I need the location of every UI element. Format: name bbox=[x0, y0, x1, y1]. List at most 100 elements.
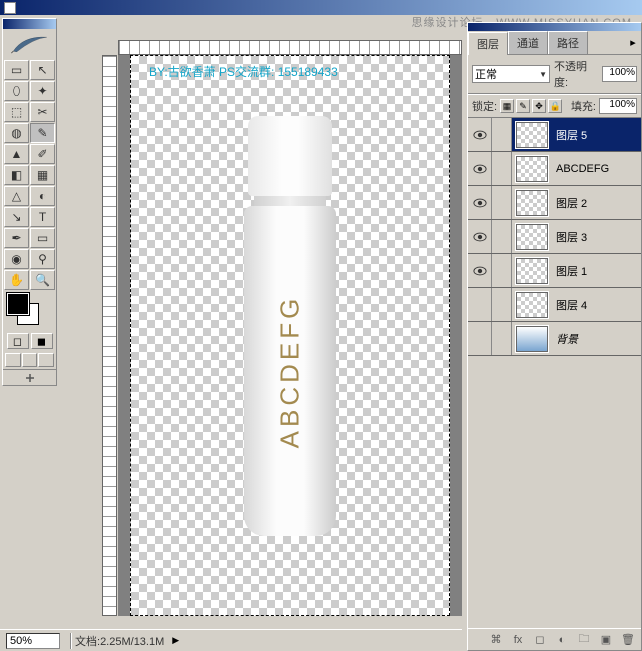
layer-thumbnail[interactable] bbox=[516, 224, 548, 250]
tool-path[interactable]: ↘ bbox=[4, 207, 29, 227]
layer-mask-icon[interactable]: ◻ bbox=[531, 632, 549, 648]
tool-gradient[interactable]: ▦ bbox=[30, 165, 55, 185]
screen-full[interactable] bbox=[38, 353, 54, 367]
layer-thumbnail[interactable] bbox=[516, 156, 548, 182]
fill-input[interactable]: 100% bbox=[599, 98, 637, 114]
lock-all-icon[interactable]: 🔒 bbox=[548, 99, 562, 113]
link-cell[interactable] bbox=[492, 254, 512, 287]
credit-text: BY:古欲香萧 PS交流群: 155189433 bbox=[149, 63, 338, 80]
layers-panel-header[interactable] bbox=[468, 23, 641, 31]
delete-layer-icon[interactable]: 🗑 bbox=[619, 632, 637, 648]
tool-crop[interactable]: ⬚ bbox=[4, 102, 29, 122]
jump-to[interactable] bbox=[3, 369, 56, 385]
new-group-icon[interactable]: 🗀 bbox=[575, 632, 593, 648]
layer-row[interactable]: 图层 5 bbox=[468, 118, 641, 152]
layer-row[interactable]: 图层 2 bbox=[468, 186, 641, 220]
tool-stamp[interactable]: ▲ bbox=[4, 144, 29, 164]
standard-mode[interactable]: ◻ bbox=[7, 333, 29, 349]
link-layers-icon[interactable]: ⌘ bbox=[487, 632, 505, 648]
tab-paths[interactable]: 路径 bbox=[548, 31, 588, 54]
tool-eyedrop[interactable]: ⚲ bbox=[30, 249, 55, 269]
color-swatches[interactable] bbox=[3, 291, 56, 331]
layer-thumbnail[interactable] bbox=[516, 292, 548, 318]
tool-brush[interactable]: ✎ bbox=[30, 123, 55, 143]
tool-pen[interactable]: ✒ bbox=[4, 228, 29, 248]
screen-full-menu[interactable] bbox=[22, 353, 38, 367]
tool-eraser[interactable]: ◧ bbox=[4, 165, 29, 185]
tool-history[interactable]: ✐ bbox=[30, 144, 55, 164]
opacity-input[interactable]: 100% bbox=[602, 66, 637, 82]
layer-name[interactable]: 图层 3 bbox=[552, 229, 587, 245]
tool-type[interactable]: T bbox=[30, 207, 55, 227]
visibility-toggle[interactable] bbox=[468, 220, 492, 253]
layer-row[interactable]: 背景 bbox=[468, 322, 641, 356]
visibility-toggle[interactable] bbox=[468, 152, 492, 185]
layer-thumbnail[interactable] bbox=[516, 326, 548, 352]
layer-thumbnail[interactable] bbox=[516, 122, 548, 148]
layer-row[interactable]: 图层 4 bbox=[468, 288, 641, 322]
visibility-toggle[interactable] bbox=[468, 118, 492, 151]
blend-mode-select[interactable]: 正常 bbox=[472, 65, 550, 83]
tool-slice[interactable]: ✂ bbox=[30, 102, 55, 122]
panel-menu-icon[interactable]: ▸ bbox=[625, 31, 641, 54]
quickmask-mode[interactable]: ◼ bbox=[31, 333, 53, 349]
tool-move[interactable]: ↖ bbox=[30, 60, 55, 80]
bottle-artwork: ABCDEFG bbox=[240, 116, 340, 536]
link-cell[interactable] bbox=[492, 118, 512, 151]
lock-transparent-icon[interactable]: ▦ bbox=[500, 99, 514, 113]
link-cell[interactable] bbox=[492, 152, 512, 185]
layer-thumbnail[interactable] bbox=[516, 258, 548, 284]
tool-lasso[interactable]: ⬯ bbox=[4, 81, 29, 101]
tool-blur[interactable]: △ bbox=[4, 186, 29, 206]
foreground-color[interactable] bbox=[7, 293, 29, 315]
layers-panel-footer: ⌘ fx ◻ ◐ 🗀 ▣ 🗑 bbox=[468, 628, 641, 650]
layer-row[interactable]: 图层 1 bbox=[468, 254, 641, 288]
statusbar: 50% 文档:2.25M/13.1M ▶ bbox=[0, 629, 462, 651]
layer-style-icon[interactable]: fx bbox=[509, 632, 527, 648]
tool-dodge[interactable]: ◐ bbox=[30, 186, 55, 206]
layer-name[interactable]: ABCDEFG bbox=[552, 163, 609, 175]
tab-channels[interactable]: 通道 bbox=[508, 31, 548, 54]
tool-marquee[interactable]: ▭ bbox=[4, 60, 29, 80]
lock-label: 锁定: bbox=[472, 98, 497, 114]
visibility-toggle[interactable] bbox=[468, 254, 492, 287]
bottle-neck bbox=[254, 196, 326, 206]
canvas[interactable]: BY:古欲香萧 PS交流群: 155189433 ABCDEFG bbox=[130, 55, 450, 616]
screen-standard[interactable] bbox=[5, 353, 21, 367]
lock-image-icon[interactable]: ✎ bbox=[516, 99, 530, 113]
new-fill-icon[interactable]: ◐ bbox=[553, 632, 571, 648]
layer-name[interactable]: 背景 bbox=[552, 331, 578, 347]
visibility-toggle[interactable] bbox=[468, 186, 492, 219]
app-logo bbox=[3, 29, 56, 59]
zoom-input[interactable]: 50% bbox=[6, 633, 60, 649]
tool-grid: ▭ ↖ ⬯ ✦ ⬚ ✂ ◍ ✎ ▲ ✐ ◧ ▦ △ ◐ ↘ T ✒ ▭ ◉ ⚲ … bbox=[3, 59, 56, 291]
link-cell[interactable] bbox=[492, 322, 512, 355]
layer-row[interactable]: ABCDEFG bbox=[468, 152, 641, 186]
link-cell[interactable] bbox=[492, 288, 512, 321]
tool-hand[interactable]: ✋ bbox=[4, 270, 29, 290]
window-titlebar bbox=[0, 0, 642, 15]
layer-row[interactable]: 图层 3 bbox=[468, 220, 641, 254]
layer-name[interactable]: 图层 5 bbox=[552, 127, 587, 143]
visibility-toggle[interactable] bbox=[468, 322, 492, 355]
separator bbox=[70, 633, 71, 649]
tab-layers[interactable]: 图层 bbox=[468, 32, 508, 55]
tool-heal[interactable]: ◍ bbox=[4, 123, 29, 143]
canvas-viewport[interactable]: BY:古欲香萧 PS交流群: 155189433 ABCDEFG bbox=[118, 55, 462, 616]
layer-name[interactable]: 图层 4 bbox=[552, 297, 587, 313]
new-layer-icon[interactable]: ▣ bbox=[597, 632, 615, 648]
layer-thumbnail[interactable] bbox=[516, 190, 548, 216]
tool-notes[interactable]: ◉ bbox=[4, 249, 29, 269]
ruler-vertical bbox=[102, 55, 117, 616]
lock-position-icon[interactable]: ✥ bbox=[532, 99, 546, 113]
layer-name[interactable]: 图层 1 bbox=[552, 263, 587, 279]
visibility-toggle[interactable] bbox=[468, 288, 492, 321]
layer-name[interactable]: 图层 2 bbox=[552, 195, 587, 211]
fill-label: 填充: bbox=[571, 98, 596, 114]
tool-zoom[interactable]: 🔍 bbox=[30, 270, 55, 290]
link-cell[interactable] bbox=[492, 186, 512, 219]
link-cell[interactable] bbox=[492, 220, 512, 253]
tool-shape[interactable]: ▭ bbox=[30, 228, 55, 248]
tool-wand[interactable]: ✦ bbox=[30, 81, 55, 101]
status-menu-arrow[interactable]: ▶ bbox=[172, 635, 179, 646]
